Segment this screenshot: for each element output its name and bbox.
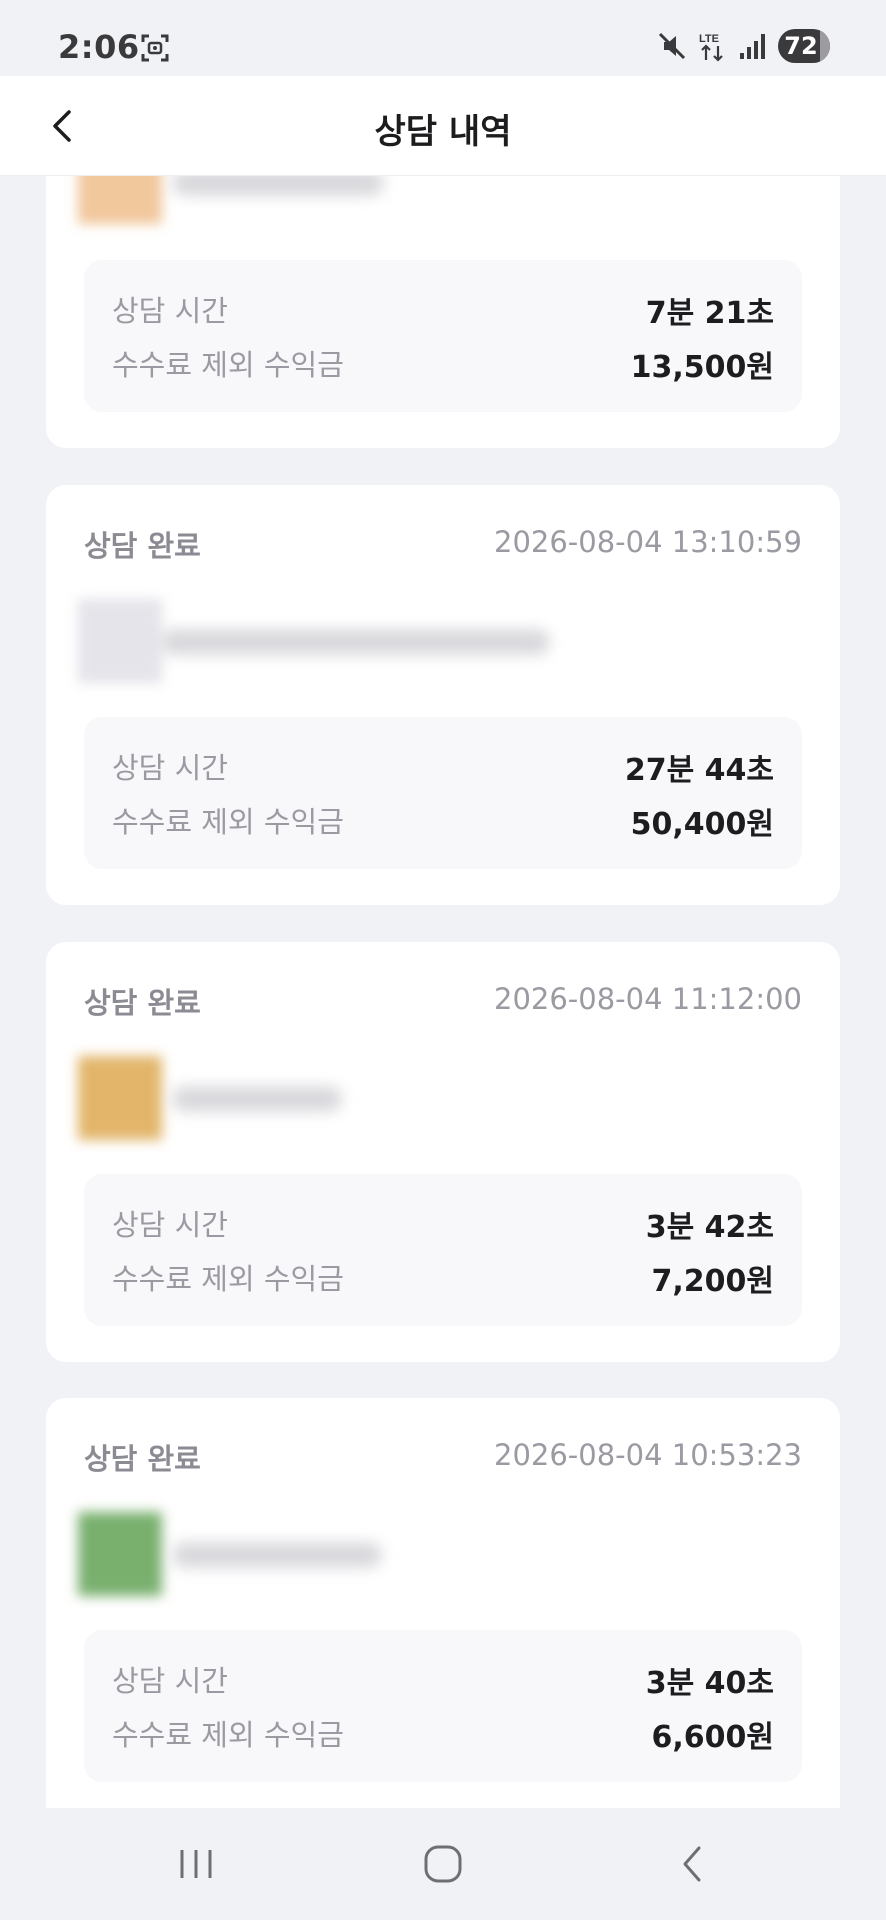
duration-value: 27분 44초 — [624, 753, 774, 788]
consultation-card[interactable]: 상담 완료 2026-08-04 13:10:59 상담 시간 27분 44초 … — [46, 485, 840, 905]
system-nav-bar — [0, 1808, 886, 1920]
duration-value: 3분 42초 — [645, 1210, 774, 1245]
lte-icon: LTE — [699, 33, 723, 62]
battery-level: 72 — [784, 32, 818, 60]
duration-value: 3분 40초 — [645, 1666, 774, 1701]
card-header: 상담 완료 2026-08-04 11:12:00 — [84, 980, 802, 1020]
status-icons: LTE 72 — [656, 28, 830, 64]
duration-row: 상담 시간 3분 42초 — [112, 1202, 774, 1246]
nav-back-button[interactable] — [660, 1832, 724, 1896]
consultation-summary: 상담 시간 27분 44초 수수료 제외 수익금 50,400원 — [84, 717, 802, 869]
page-title: 상담 내역 — [374, 112, 512, 152]
duration-label: 상담 시간 — [112, 1664, 228, 1698]
earnings-value: 13,500원 — [630, 350, 774, 385]
avatar — [78, 1056, 162, 1140]
user-name-blurred — [172, 176, 384, 196]
screenshot-icon — [141, 34, 169, 62]
duration-label: 상담 시간 — [112, 751, 228, 785]
back-icon — [683, 1846, 701, 1882]
consultation-summary: 상담 시간 3분 42초 수수료 제외 수익금 7,200원 — [84, 1174, 802, 1326]
avatar — [78, 176, 162, 224]
consultation-summary: 상담 시간 3분 40초 수수료 제외 수익금 6,600원 — [84, 1630, 802, 1782]
earnings-value: 50,400원 — [630, 807, 774, 842]
earnings-row: 수수료 제외 수익금 7,200원 — [112, 1256, 774, 1300]
card-header: 상담 완료 2026-08-04 13:10:59 — [84, 523, 802, 563]
status-time: 2:06 — [58, 28, 140, 66]
lte-text: LTE — [699, 33, 719, 45]
duration-row: 상담 시간 7분 21초 — [112, 288, 774, 332]
app-header: 상담 내역 — [0, 76, 886, 176]
duration-label: 상담 시간 — [112, 1208, 228, 1242]
status-bar: 2:06 LTE 72 — [0, 0, 886, 76]
signal-icon — [740, 34, 765, 59]
user-name-blurred — [172, 1086, 342, 1112]
earnings-row: 수수료 제외 수익금 6,600원 — [112, 1712, 774, 1756]
duration-row: 상담 시간 27분 44초 — [112, 745, 774, 789]
consultation-list[interactable]: 상담 시간 7분 21초 수수료 제외 수익금 13,500원 상담 완료 20… — [0, 176, 886, 1808]
screen: 2:06 LTE 72 상담 내역 상담 시간 7분 21초 수수료 제외 수익… — [0, 0, 886, 1920]
duration-value: 7분 21초 — [645, 296, 774, 331]
status-label: 상담 완료 — [84, 529, 201, 563]
consultation-card[interactable]: 상담 완료 2026-08-04 11:12:00 상담 시간 3분 42초 수… — [46, 942, 840, 1362]
timestamp: 2026-08-04 11:12:00 — [494, 982, 802, 1016]
mute-icon — [658, 32, 686, 60]
profile-row — [78, 1512, 598, 1596]
timestamp: 2026-08-04 13:10:59 — [494, 525, 802, 559]
card-header: 상담 완료 2026-08-04 10:53:23 — [84, 1436, 802, 1476]
recent-apps-icon — [180, 1850, 212, 1878]
earnings-row: 수수료 제외 수익금 50,400원 — [112, 799, 774, 843]
status-label: 상담 완료 — [84, 1442, 201, 1476]
status-label: 상담 완료 — [84, 986, 201, 1020]
home-button[interactable] — [411, 1832, 475, 1896]
avatar — [78, 599, 162, 683]
user-name-blurred — [160, 629, 550, 655]
timestamp: 2026-08-04 10:53:23 — [494, 1438, 802, 1472]
home-icon — [424, 1845, 462, 1883]
earnings-label: 수수료 제외 수익금 — [112, 1718, 344, 1752]
profile-row — [78, 176, 598, 224]
profile-row — [78, 1056, 598, 1140]
user-name-blurred — [172, 1542, 382, 1568]
recent-apps-button[interactable] — [164, 1832, 228, 1896]
duration-row: 상담 시간 3분 40초 — [112, 1658, 774, 1702]
earnings-label: 수수료 제외 수익금 — [112, 348, 344, 382]
profile-row — [78, 599, 598, 683]
earnings-label: 수수료 제외 수익금 — [112, 805, 344, 839]
earnings-value: 6,600원 — [651, 1720, 775, 1755]
earnings-row: 수수료 제외 수익금 13,500원 — [112, 342, 774, 386]
consultation-card[interactable]: 상담 완료 2026-08-04 10:53:23 상담 시간 3분 40초 수… — [46, 1398, 840, 1808]
avatar — [78, 1512, 162, 1596]
battery-icon: 72 — [778, 29, 830, 63]
consultation-summary: 상담 시간 7분 21초 수수료 제외 수익금 13,500원 — [84, 260, 802, 412]
duration-label: 상담 시간 — [112, 294, 228, 328]
consultation-card[interactable]: 상담 시간 7분 21초 수수료 제외 수익금 13,500원 — [46, 176, 840, 448]
earnings-label: 수수료 제외 수익금 — [112, 1262, 344, 1296]
earnings-value: 7,200원 — [651, 1264, 775, 1299]
